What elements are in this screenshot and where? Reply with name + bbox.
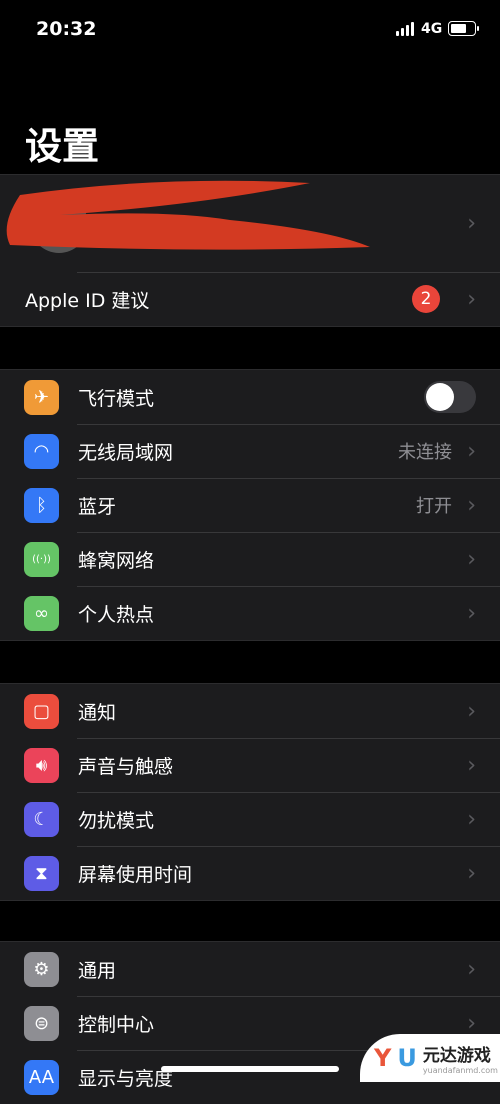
row-label: 飞行模式	[78, 387, 155, 410]
profile-group: › Apple ID 建议 2 ›	[0, 174, 500, 327]
row-label: 蜂窝网络	[78, 549, 155, 572]
airplane-icon: ✈	[24, 379, 59, 415]
notifications-icon: ▢	[24, 693, 59, 729]
chevron-right-icon: ›	[467, 546, 476, 572]
settings-row[interactable]: ☾ 勿扰模式 ›	[0, 792, 500, 846]
watermark-logo: YU 元达游戏 yuandafanmd.com	[360, 1034, 500, 1082]
network-type: 4G	[421, 21, 443, 37]
settings-row[interactable]: 🔊︎ 声音与触感 ›	[0, 738, 500, 792]
text-size-icon: AA	[24, 1059, 59, 1095]
status-bar: 20:32 4G	[0, 0, 500, 60]
apple-id-suggestions-label: Apple ID 建议	[25, 289, 150, 312]
row-label: 声音与触感	[78, 755, 174, 778]
sound-icon: 🔊︎	[24, 747, 59, 783]
chevron-right-icon: ›	[467, 752, 476, 778]
moon-icon: ☾	[24, 801, 59, 837]
chevron-right-icon: ›	[467, 286, 476, 312]
airplane-mode-toggle[interactable]	[424, 381, 476, 413]
wifi-icon: ◠	[24, 433, 59, 469]
row-label: 勿扰模式	[78, 809, 155, 832]
connectivity-group: ✈ 飞行模式 ◠ 无线局域网 未连接 › ᛒ 蓝牙 打开 › ((·)) 蜂窝网络 › ∞ 个人热点 ›	[0, 369, 500, 641]
settings-row[interactable]: ∞ 个人热点 ›	[0, 586, 500, 640]
apple-id-suggestions-row[interactable]: Apple ID 建议 2 ›	[0, 272, 500, 326]
chevron-right-icon: ›	[467, 492, 476, 518]
row-label: 控制中心	[78, 1013, 155, 1036]
cellular-icon: ((·))	[24, 541, 59, 577]
notification-badge: 2	[412, 285, 440, 313]
bluetooth-icon: ᛒ	[24, 487, 59, 523]
chevron-right-icon: ›	[467, 806, 476, 832]
settings-row[interactable]: ᛒ 蓝牙 打开 ›	[0, 478, 500, 532]
settings-row[interactable]: ✈ 飞行模式	[0, 370, 500, 424]
gear-icon: ⚙	[24, 951, 59, 987]
row-label: 通知	[78, 701, 117, 724]
chevron-right-icon: ›	[467, 438, 476, 464]
page-title: 设置	[25, 125, 99, 168]
hourglass-icon: ⧗	[24, 855, 59, 891]
chevron-right-icon: ›	[467, 211, 476, 236]
row-label: 通用	[78, 959, 117, 982]
signal-icon	[396, 22, 414, 36]
chevron-right-icon: ›	[467, 860, 476, 886]
redaction-scribble	[6, 180, 371, 250]
row-value: 未连接	[398, 442, 452, 463]
chevron-right-icon: ›	[467, 1010, 476, 1036]
chevron-right-icon: ›	[467, 600, 476, 626]
chevron-right-icon: ›	[467, 698, 476, 724]
battery-icon	[448, 21, 479, 36]
settings-row[interactable]: ⧗ 屏幕使用时间 ›	[0, 846, 500, 900]
hotspot-icon: ∞	[24, 595, 59, 631]
row-label: 无线局域网	[78, 441, 174, 464]
notifications-group: ▢ 通知 › 🔊︎ 声音与触感 › ☾ 勿扰模式 › ⧗ 屏幕使用时间 ›	[0, 683, 500, 901]
chevron-right-icon: ›	[467, 956, 476, 982]
settings-row[interactable]: ((·)) 蜂窝网络 ›	[0, 532, 500, 586]
row-label: 显示与亮度	[78, 1067, 174, 1090]
settings-row[interactable]: ▢ 通知 ›	[0, 684, 500, 738]
settings-row[interactable]: ⚙ 通用 ›	[0, 942, 500, 996]
settings-row[interactable]: ◠ 无线局域网 未连接 ›	[0, 424, 500, 478]
row-label: 屏幕使用时间	[78, 863, 193, 886]
row-label: 个人热点	[78, 603, 155, 626]
switches-icon: ⊜	[24, 1005, 59, 1041]
row-label: 蓝牙	[78, 495, 117, 518]
row-value: 打开	[416, 496, 452, 517]
clock: 20:32	[36, 18, 97, 40]
profile-row[interactable]: ›	[0, 175, 500, 272]
home-indicator[interactable]	[161, 1066, 339, 1072]
